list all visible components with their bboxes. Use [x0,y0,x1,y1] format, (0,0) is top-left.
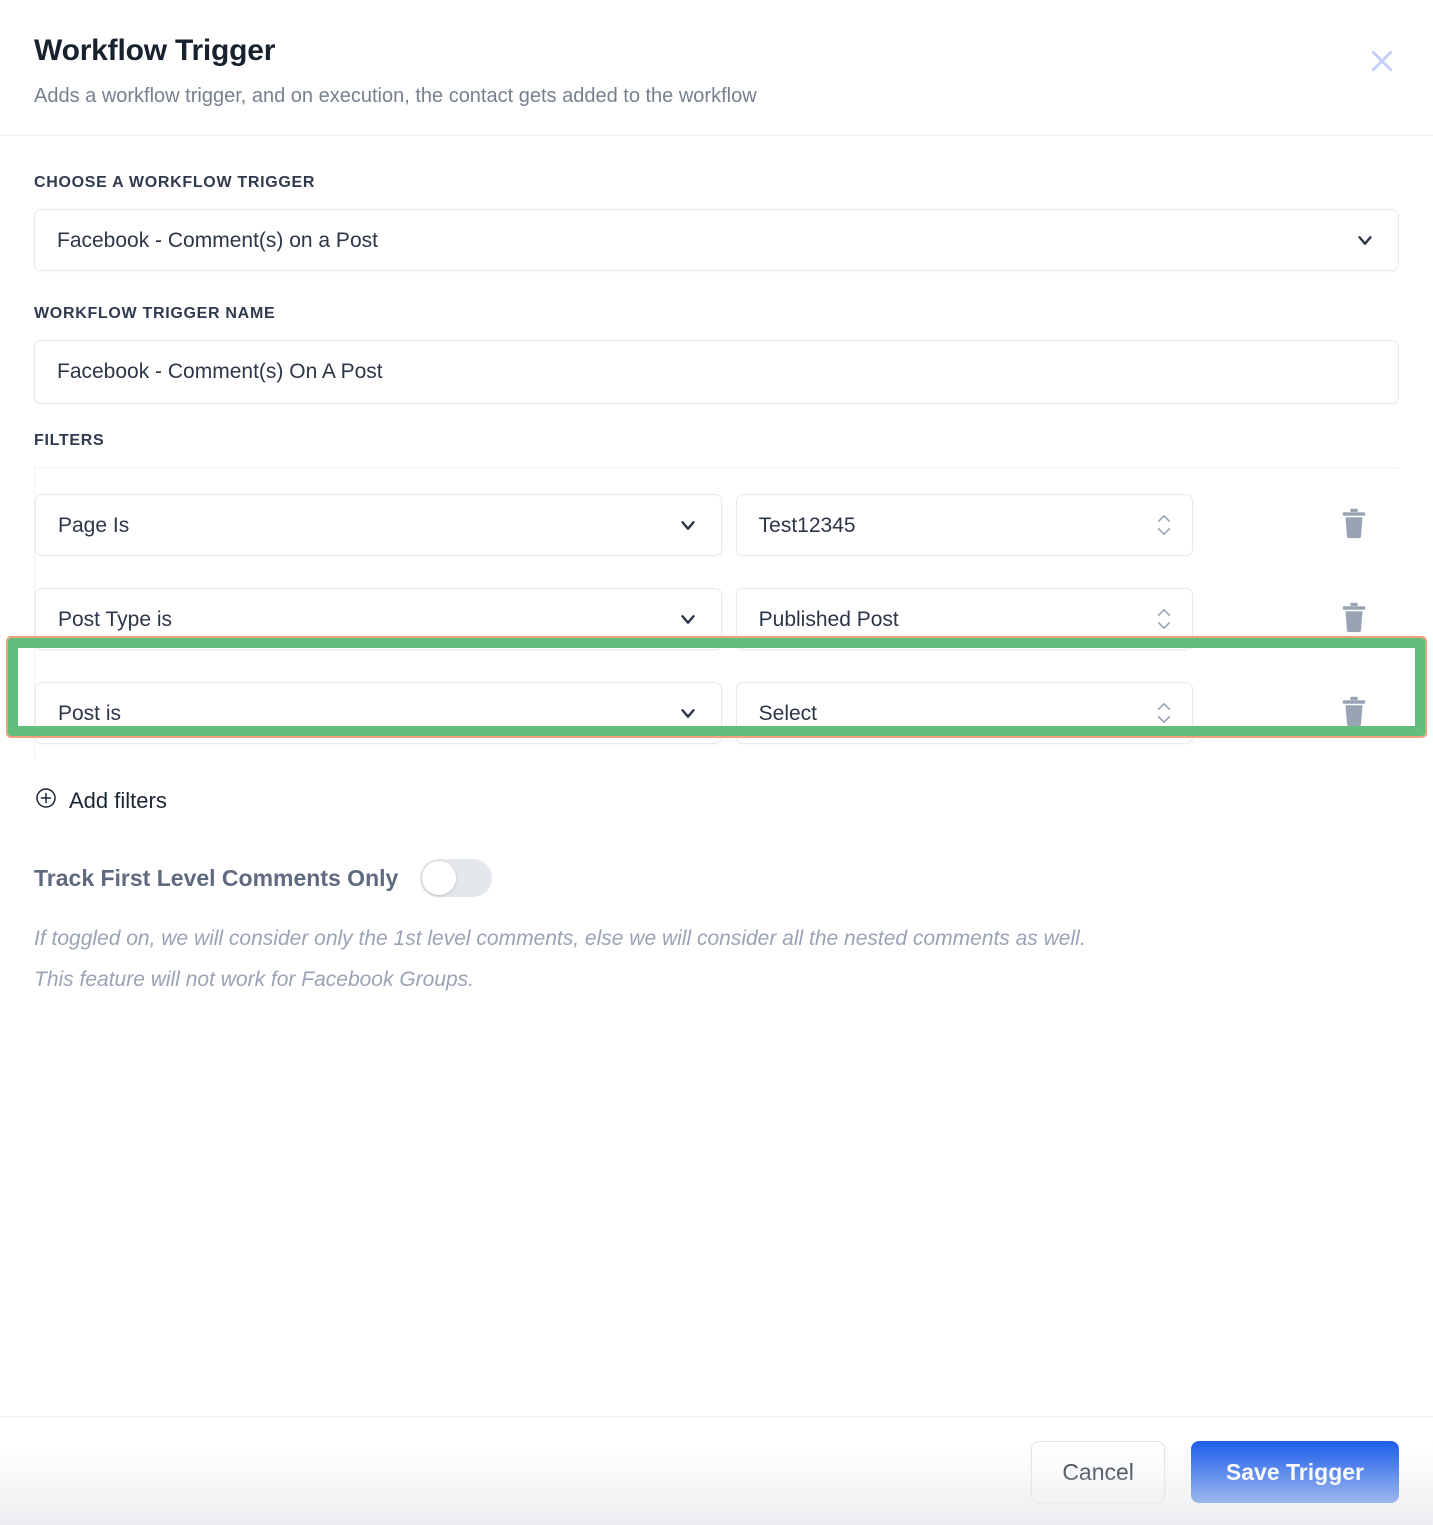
track-first-level-help: If toggled on, we will consider only the… [34,919,1364,1001]
track-first-level-row: Track First Level Comments Only [34,859,1399,897]
track-first-level-label: Track First Level Comments Only [34,864,399,891]
delete-filter-button[interactable] [1309,506,1399,545]
modal-subtitle: Adds a workflow trigger, and on executio… [34,85,757,107]
filter-condition-select[interactable]: Post is [35,682,722,744]
filter-condition-box[interactable]: Post is [35,682,722,744]
modal-footer: Cancel Save Trigger [0,1416,1433,1525]
cancel-button[interactable]: Cancel [1031,1441,1165,1503]
stepper-icon [1156,514,1172,537]
filters-container: Page Is Test12345 Post Type is Published… [34,467,1399,760]
add-filters-button[interactable]: Add filters [34,786,167,815]
page-title: Workflow Trigger [34,34,276,67]
filter-value-text: Select [758,701,818,725]
plus-circle-icon [34,786,58,815]
toggle-knob [422,861,457,895]
modal-body: CHOOSE A WORKFLOW TRIGGER Facebook - Com… [0,136,1433,1416]
workflow-trigger-select-value: Facebook - Comment(s) on a Post [57,228,378,252]
close-button[interactable] [1361,40,1403,82]
filter-value-box[interactable]: Select [735,682,1194,744]
filter-row: Page Is Test12345 [35,478,1399,572]
filter-condition-box[interactable]: Page Is [35,494,722,556]
filters-label: FILTERS [34,432,105,449]
filter-value-box[interactable]: Published Post [735,588,1194,650]
trash-icon [1339,694,1369,733]
chevron-down-icon [1354,229,1376,251]
filter-condition-value: Page Is [58,513,130,537]
filters-section: FILTERS Page Is Test12345 Post Type is P… [34,432,1399,815]
close-icon [1367,46,1397,76]
filter-condition-value: Post is [58,701,122,725]
modal-header: Workflow Trigger Adds a workflow trigger… [0,0,1433,136]
help-line-2: This feature will not work for Facebook … [34,967,475,991]
save-trigger-button[interactable]: Save Trigger [1190,1441,1399,1503]
chevron-down-icon [677,702,699,724]
filter-value-select[interactable]: Test12345 [735,494,1194,556]
delete-filter-button[interactable] [1309,694,1399,733]
workflow-trigger-modal: Workflow Trigger Adds a workflow trigger… [0,0,1433,1525]
filter-value-text: Test12345 [758,513,856,537]
trigger-name-label: WORKFLOW TRIGGER NAME [34,305,276,322]
filter-row: Post is Select [35,666,1399,760]
chevron-down-icon [677,608,699,630]
trash-icon [1339,600,1369,639]
filter-value-select[interactable]: Select [735,682,1194,744]
add-filters-label: Add filters [69,787,167,813]
filter-condition-select[interactable]: Page Is [35,494,722,556]
delete-filter-button[interactable] [1309,600,1399,639]
chevron-down-icon [677,514,699,536]
workflow-trigger-select[interactable]: Facebook - Comment(s) on a Post [34,209,1399,271]
trash-icon [1339,506,1369,545]
filter-value-box[interactable]: Test12345 [735,494,1194,556]
stepper-icon [1156,702,1172,725]
stepper-icon [1156,608,1172,631]
filter-row: Post Type is Published Post [35,572,1399,666]
filter-condition-value: Post Type is [58,607,173,631]
trigger-name-input[interactable] [34,340,1399,404]
filter-value-select[interactable]: Published Post [735,588,1194,650]
choose-trigger-label: CHOOSE A WORKFLOW TRIGGER [34,174,316,191]
help-line-1: If toggled on, we will consider only the… [34,927,1086,950]
filter-condition-box[interactable]: Post Type is [35,588,722,650]
filter-condition-select[interactable]: Post Type is [35,588,722,650]
track-first-level-toggle[interactable] [420,859,493,897]
filter-value-text: Published Post [758,607,899,631]
